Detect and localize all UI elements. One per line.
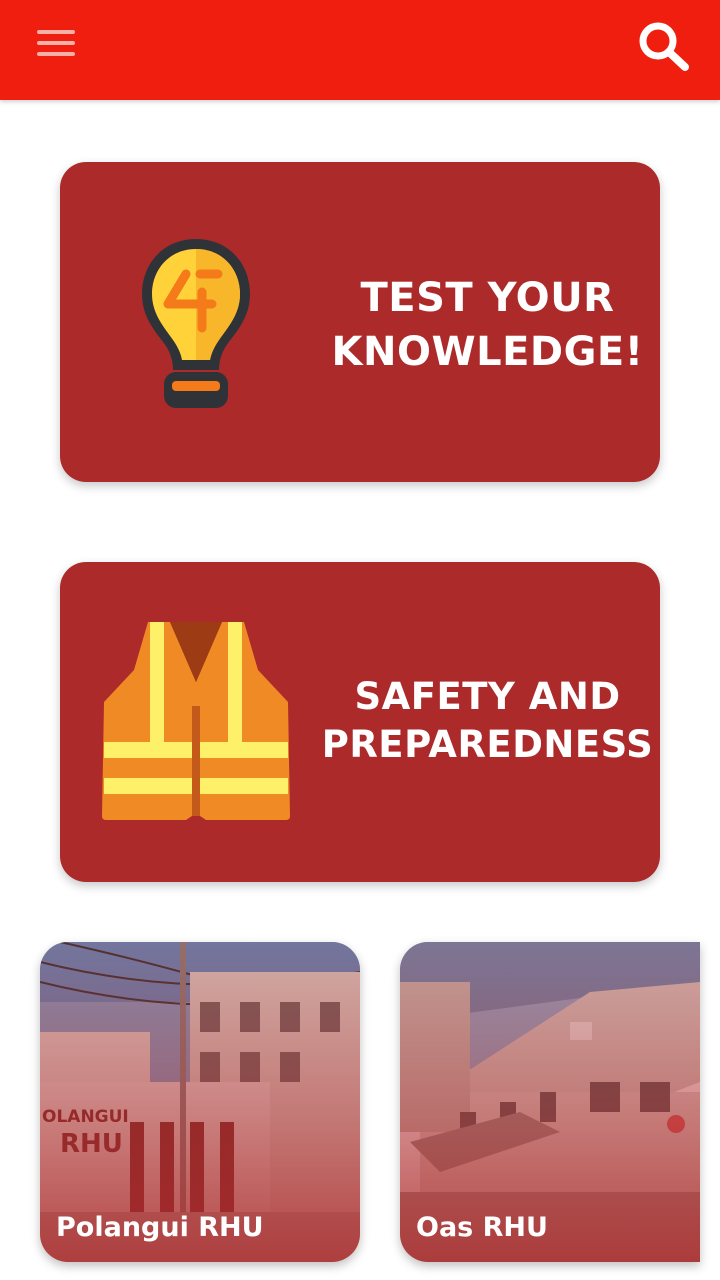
safety-and-preparedness-card[interactable]: SAFETY AND PREPAREDNESS — [60, 562, 660, 882]
place-label-polangui-rhu: Polangui RHU — [56, 1212, 264, 1243]
place-card-oas-rhu[interactable]: Oas RHU — [400, 942, 700, 1262]
app-bar — [0, 0, 720, 100]
safety-vest-icon — [102, 622, 290, 820]
card-title-safety-and-preparedness: SAFETY AND PREPAREDNESS — [321, 675, 654, 766]
search-icon[interactable] — [636, 20, 692, 72]
test-your-knowledge-card[interactable]: TEST YOUR KNOWLEDGE! — [60, 162, 660, 482]
card-title-test-your-knowledge: TEST YOUR KNOWLEDGE! — [331, 275, 644, 375]
place-label-oas-rhu: Oas RHU — [416, 1212, 548, 1243]
place-card-polangui-rhu[interactable]: OLANGUI RHU Polangui RHU — [40, 942, 360, 1262]
hamburger-menu-icon[interactable] — [37, 30, 75, 56]
lightbulb-icon — [142, 239, 250, 408]
